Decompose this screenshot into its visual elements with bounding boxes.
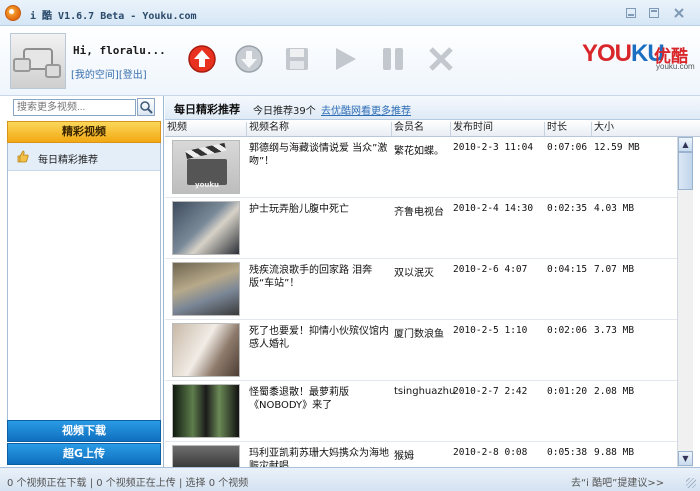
video-user: 齐鲁电视台 [394, 207, 444, 218]
close-icon[interactable] [672, 6, 686, 20]
panel-edge [693, 137, 700, 467]
greeting-text: Hi, floralu... [73, 44, 166, 57]
video-time: 2010-2-4 14:30 [453, 203, 534, 214]
column-duration[interactable]: 时长 [544, 122, 567, 136]
column-user[interactable]: 会员名 [391, 122, 424, 136]
delete-icon[interactable] [426, 44, 456, 74]
save-icon[interactable] [282, 44, 312, 74]
video-time: 2010-2-8 0:08 [453, 447, 528, 458]
video-user: 繁花如蝶。 [394, 146, 444, 157]
my-space-link[interactable]: [我的空间] [71, 70, 119, 81]
table-header: 视频 视频名称 会员名 发布时间 时长 大小 [165, 120, 700, 137]
tab-video-download[interactable]: 视频下载 [7, 420, 161, 442]
tab-super-upload[interactable]: 超G上传 [7, 443, 161, 465]
upload-icon[interactable] [187, 44, 217, 74]
status-text: 0 个视频正在下载 | 0 个视频正在上传 | 选择 0 个视频 [7, 478, 249, 489]
user-links: [我的空间][登出] [71, 66, 147, 81]
video-thumbnail[interactable] [172, 445, 240, 467]
recommend-count: 今日推荐39个 [253, 106, 316, 117]
column-video[interactable]: 视频 [165, 122, 187, 136]
video-size: 12.59 MB [594, 142, 640, 153]
youku-logo: YOUKU 优酷 youku.com [582, 40, 695, 71]
category-featured[interactable]: 精彩视频 [7, 121, 161, 143]
video-time: 2010-2-7 2:42 [453, 386, 528, 397]
play-icon[interactable] [330, 44, 360, 74]
pause-icon[interactable] [378, 44, 408, 74]
window-title: i 酷 V1.6.7 Beta - Youku.com [30, 11, 197, 22]
video-name: 玛利亚凯莉苏珊大妈携众为海地赈灾献唱 [249, 448, 389, 467]
sidebar: 精彩视频 每日精彩推荐 视频下载 超G上传 [0, 96, 164, 467]
video-name: 死了也要爱！抑情小伙殡仪馆内感人婚礼 [249, 326, 389, 350]
column-name[interactable]: 视频名称 [246, 122, 289, 136]
video-size: 9.88 MB [594, 447, 635, 458]
video-name: 郭德纲与海藏谈情说爱 当众”激吻”！ [249, 143, 388, 167]
table-row[interactable]: 护士玩弄胎儿腹中死亡 齐鲁电视台 2010-2-4 14:30 0:02:35 … [165, 198, 677, 259]
video-table: youku 郭德纲与海藏谈情说爱 当众”激吻”！ 繁花如蝶。 2010-2-3 … [165, 137, 677, 467]
logout-link[interactable]: [登出] [119, 70, 147, 81]
video-user: 猴姆 [394, 451, 414, 462]
video-size: 2.08 MB [594, 386, 635, 397]
video-duration: 0:07:06 [547, 142, 588, 153]
video-duration: 0:05:38 [547, 447, 588, 458]
table-row[interactable]: 死了也要爱！抑情小伙殡仪馆内感人婚礼 厦门数浪鱼 2010-2-5 1:10 0… [165, 320, 677, 381]
search-input[interactable] [13, 99, 136, 116]
video-thumbnail[interactable] [172, 323, 240, 377]
title-bar: i 酷 V1.6.7 Beta - Youku.com [0, 0, 700, 26]
sidebar-item-daily-picks[interactable]: 每日精彩推荐 [8, 143, 160, 171]
sidebar-item-label: 每日精彩推荐 [38, 155, 98, 166]
column-time[interactable]: 发布时间 [450, 122, 493, 136]
video-duration: 0:04:15 [547, 264, 588, 275]
table-row[interactable]: 残疾流浪歌手的回家路 泪奔版“车站”！ 双以泯灭 2010-2-6 4:07 0… [165, 259, 677, 320]
video-duration: 0:02:35 [547, 203, 588, 214]
category-list: 每日精彩推荐 [7, 143, 161, 420]
video-duration: 0:02:06 [547, 325, 588, 336]
video-name: 怪蜀黍退散！最萝莉版《NOBODY》来了 [249, 387, 349, 411]
video-size: 3.73 MB [594, 325, 635, 336]
page-title: 每日精彩推荐 [174, 103, 240, 116]
video-time: 2010-2-6 4:07 [453, 264, 528, 275]
video-time: 2010-2-5 1:10 [453, 325, 528, 336]
more-recommend-link[interactable]: 去优酷网看更多推荐 [321, 102, 411, 117]
search-icon[interactable] [137, 98, 155, 116]
status-bar: 0 个视频正在下载 | 0 个视频正在上传 | 选择 0 个视频 去“i 酷吧”… [0, 467, 700, 491]
feedback-link[interactable]: 去“i 酷吧”提建议>> [571, 474, 664, 489]
video-time: 2010-2-3 11:04 [453, 142, 534, 153]
video-name: 残疾流浪歌手的回家路 泪奔版“车站”！ [249, 265, 373, 289]
download-icon[interactable] [234, 44, 264, 74]
video-thumbnail[interactable] [172, 384, 240, 438]
minimize-icon[interactable] [624, 6, 638, 20]
video-name: 护士玩弄胎儿腹中死亡 [249, 204, 349, 215]
table-row[interactable]: 怪蜀黍退散！最萝莉版《NOBODY》来了 tsinghuazhu 2010-2-… [165, 381, 677, 442]
main-header: 每日精彩推荐 今日推荐39个 去优酷网看更多推荐 [165, 96, 700, 120]
resize-grip-icon[interactable] [686, 478, 696, 488]
table-row[interactable]: youku 郭德纲与海藏谈情说爱 当众”激吻”！ 繁花如蝶。 2010-2-3 … [165, 137, 677, 198]
video-thumbnail[interactable] [172, 262, 240, 316]
table-row[interactable]: 玛利亚凯莉苏珊大妈携众为海地赈灾献唱 猴姆 2010-2-8 0:08 0:05… [165, 442, 677, 467]
scrollbar-thumb[interactable] [678, 152, 693, 190]
column-size[interactable]: 大小 [591, 122, 614, 136]
video-user: tsinghuazhu [394, 386, 456, 397]
avatar[interactable] [10, 33, 66, 89]
app-logo-icon [5, 5, 21, 21]
video-size: 7.07 MB [594, 264, 635, 275]
video-thumbnail[interactable] [172, 201, 240, 255]
vertical-scrollbar[interactable]: ▲ ▼ [677, 137, 693, 467]
scroll-up-icon[interactable]: ▲ [678, 137, 693, 152]
video-user: 厦门数浪鱼 [394, 329, 444, 340]
video-thumbnail[interactable]: youku [172, 140, 240, 194]
scroll-down-icon[interactable]: ▼ [678, 451, 693, 466]
header: Hi, floralu... [我的空间][登出] YOUKU 优酷 youku… [0, 26, 700, 96]
main-panel: 每日精彩推荐 今日推荐39个 去优酷网看更多推荐 视频 视频名称 会员名 发布时… [165, 96, 700, 467]
video-user: 双以泯灭 [394, 268, 434, 279]
video-size: 4.03 MB [594, 203, 635, 214]
maximize-icon[interactable] [647, 6, 661, 20]
thumbs-up-icon [17, 150, 29, 163]
video-duration: 0:01:20 [547, 386, 588, 397]
